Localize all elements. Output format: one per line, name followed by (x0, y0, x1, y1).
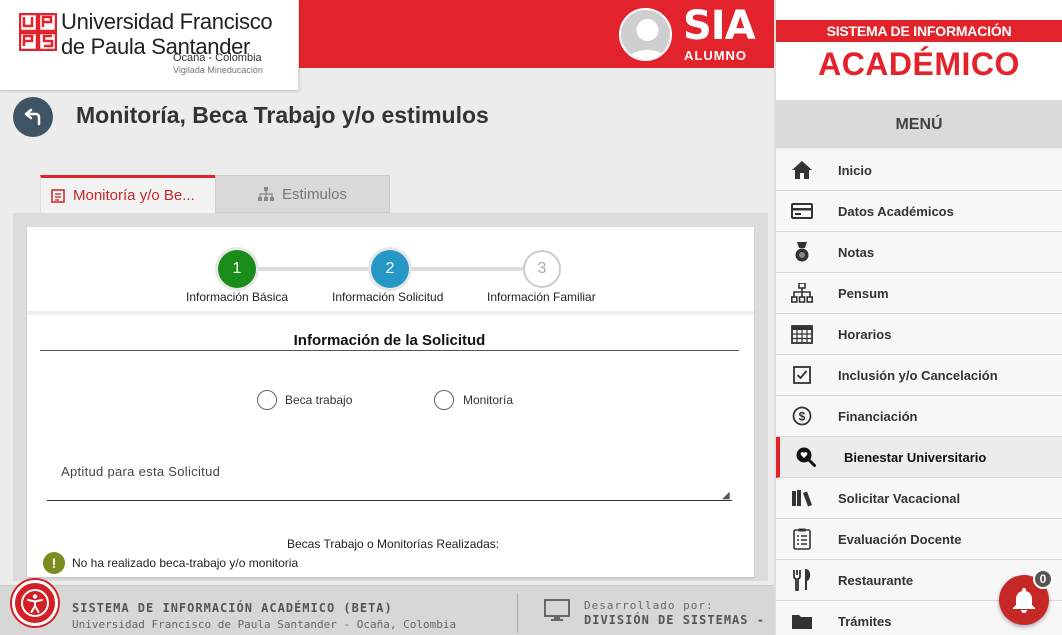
step-2-label: Información Solicitud (332, 290, 444, 304)
sidebar-item-label: Datos Académicos (838, 203, 954, 219)
university-logo[interactable]: Universidad Francisco de Paula Santander… (0, 0, 299, 90)
sidebar-item-evaluacion-docente[interactable]: Evaluación Docente (776, 519, 1062, 560)
realizadas-message: No ha realizado beca-trabajo y/o monitor… (72, 556, 299, 570)
books-icon (778, 489, 826, 507)
aptitud-label: Aptitud para esta Solicitud (61, 464, 221, 479)
id-card-icon (778, 203, 826, 219)
realizadas-label: Becas Trabajo o Monitorías Realizadas: (287, 537, 500, 551)
sidebar-item-label: Restaurante (838, 572, 914, 588)
sidebar-item-label: Notas (838, 244, 875, 260)
sidebar-item-notas[interactable]: Notas (776, 232, 1062, 273)
monitoria-label[interactable]: Monitoría (463, 393, 513, 407)
sidebar-item-solicitar-vacacional[interactable]: Solicitar Vacacional (776, 478, 1062, 519)
calendar-icon (778, 324, 826, 344)
beca-trabajo-radio[interactable] (257, 390, 277, 410)
section-title: Información de la Solicitud (293, 332, 486, 349)
medal-icon (778, 241, 826, 263)
user-avatar[interactable] (619, 8, 672, 61)
sidebar-item-label: Trámites (838, 613, 892, 629)
accessibility-button[interactable] (12, 580, 58, 626)
sidebar-item-label: Pensum (838, 285, 889, 301)
section-separator (27, 311, 754, 315)
university-location: Ocaña - Colombia (173, 52, 262, 64)
section-title-rule (40, 350, 739, 351)
monitoria-radio[interactable] (434, 390, 454, 410)
sidebar-item-label: Bienestar Universitario (844, 449, 987, 465)
footer-divider (517, 593, 518, 633)
footer-system-name: SISTEMA DE INFORMACIÓN ACADÉMICO (BETA) (72, 601, 393, 615)
app-role: ALUMNO (684, 48, 748, 63)
sidebar-item-pensum[interactable]: Pensum (776, 273, 1062, 314)
sidebar-item-horarios[interactable]: Horarios (776, 314, 1062, 355)
sidebar-item-label: Evaluación Docente (838, 531, 962, 547)
page-title: Monitoría, Beca Trabajo y/o estimulos (76, 102, 489, 128)
utensils-icon (778, 569, 826, 591)
sidebar-system-label: SISTEMA DE INFORMACIÓN (826, 23, 1012, 39)
sidebar-item-label: Inclusión y/o Cancelación (838, 367, 998, 383)
sidebar-item-inclusion-cancelacion[interactable]: Inclusión y/o Cancelación (776, 355, 1062, 396)
sitemap-icon (778, 283, 826, 303)
footer-institution: Universidad Francisco de Paula Santander… (72, 618, 457, 631)
sidebar-item-label: Financiación (838, 408, 918, 424)
app-name: SIA (683, 3, 756, 49)
sidebar-item-label: Inicio (838, 162, 872, 178)
exclamation-icon: ! (43, 552, 65, 574)
tab-monitoria-label: Monitoría y/o Be... (73, 187, 195, 204)
resize-grip-icon[interactable]: ◢ (722, 490, 730, 501)
step-1-circle[interactable]: 1 (218, 250, 256, 288)
monitor-icon (544, 599, 570, 621)
step-3-circle[interactable]: 3 (523, 250, 561, 288)
svg-text:$: $ (799, 410, 806, 424)
footer-developed-by-label: Desarrollado por: (584, 599, 714, 612)
tab-monitoria[interactable]: Monitoría y/o Be... (40, 175, 215, 213)
step-2-circle[interactable]: 2 (371, 250, 409, 288)
footer-developer: DIVISIÓN DE SISTEMAS - (584, 613, 765, 627)
sitemap-icon (257, 187, 274, 201)
clipboard-icon (778, 528, 826, 550)
back-arrow-icon (24, 108, 41, 126)
step-1-label: Información Básica (186, 290, 289, 304)
sidebar-item-datos-academicos[interactable]: Datos Académicos (776, 191, 1062, 232)
sidebar-item-bienestar-universitario[interactable]: Bienestar Universitario (776, 437, 1062, 478)
tab-estimulos[interactable]: Estimulos (215, 175, 390, 213)
sidebar-item-financiacion[interactable]: $ Financiación (776, 396, 1062, 437)
sidebar-item-label: Horarios (838, 326, 892, 342)
search-heart-icon (782, 446, 830, 468)
form-icon (51, 188, 65, 203)
beca-trabajo-label[interactable]: Beca trabajo (285, 393, 352, 407)
ufps-logo-mark-icon (19, 13, 57, 51)
sidebar-item-label: Solicitar Vacacional (838, 490, 961, 506)
sidebar-menu-label: MENÚ (895, 116, 943, 133)
tab-estimulos-label: Estimulos (281, 185, 348, 203)
sidebar-item-inicio[interactable]: Inicio (776, 150, 1062, 191)
university-name-line1: Universidad Francisco (61, 9, 273, 34)
checkbox-icon (778, 366, 826, 384)
step-3-label: Información Familiar (487, 290, 596, 304)
university-oversight: Vigilada Mineducación (173, 65, 263, 75)
notification-count-badge: 0 (1033, 569, 1053, 589)
dollar-icon: $ (778, 406, 826, 426)
accessibility-icon (21, 589, 49, 617)
back-button[interactable] (13, 97, 53, 137)
sidebar-academico-label: ACADÉMICO (818, 46, 1020, 82)
home-icon (778, 160, 826, 180)
folder-icon (778, 612, 826, 630)
bell-icon (1013, 588, 1035, 613)
